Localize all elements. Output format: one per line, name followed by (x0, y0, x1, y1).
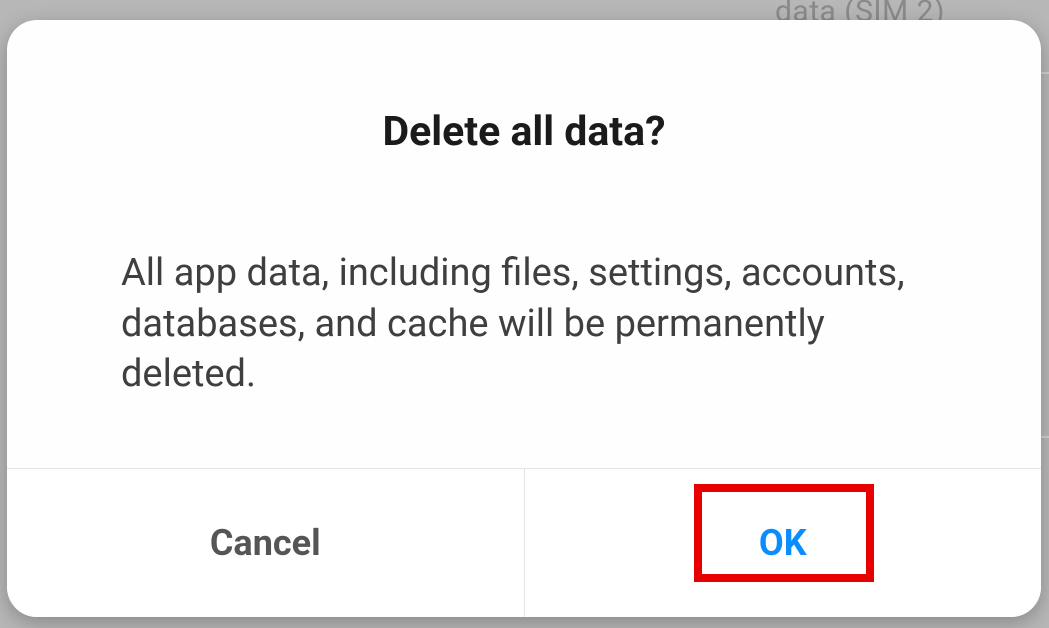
background-divider (1040, 72, 1049, 74)
delete-all-data-dialog: Delete all data? All app data, including… (7, 20, 1041, 617)
dialog-actions: Cancel OK (7, 468, 1041, 617)
ok-button-label: OK (759, 522, 807, 564)
cancel-button[interactable]: Cancel (7, 469, 525, 617)
ok-button[interactable]: OK (525, 469, 1042, 617)
background-divider (1040, 436, 1049, 438)
dialog-body: Delete all data? All app data, including… (7, 20, 1041, 468)
cancel-button-label: Cancel (210, 522, 321, 564)
dialog-message: All app data, including files, settings,… (121, 248, 927, 400)
dialog-title: Delete all data? (121, 108, 927, 156)
